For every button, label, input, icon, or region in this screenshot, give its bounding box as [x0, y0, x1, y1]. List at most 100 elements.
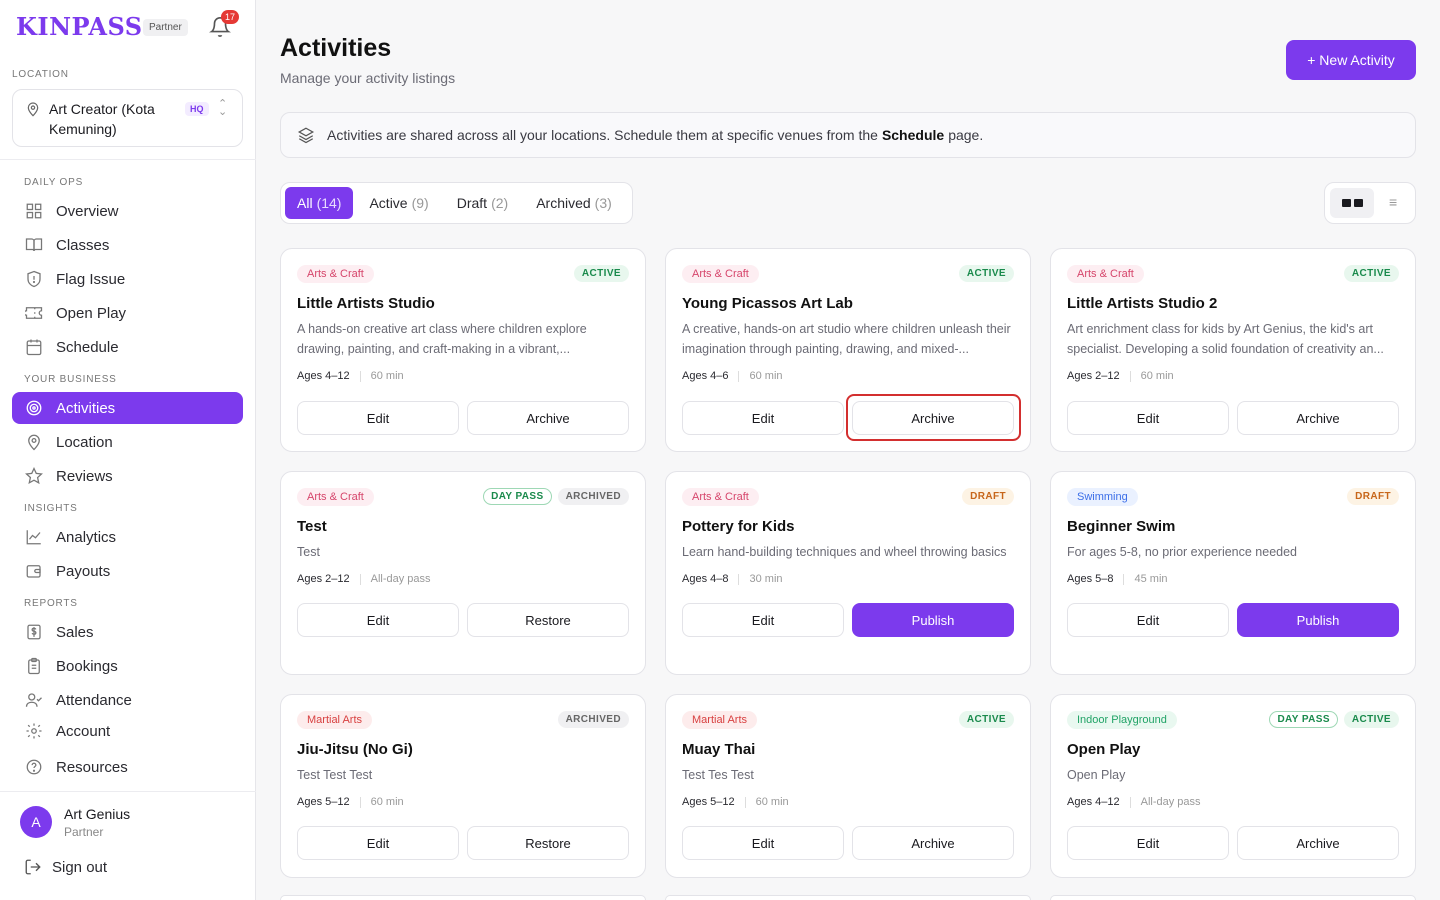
- sidebar-item-overview[interactable]: Overview: [12, 195, 243, 227]
- brand-logo[interactable]: KINPASS: [16, 12, 143, 41]
- activity-meta: Ages 2–12 All-day pass: [297, 573, 431, 585]
- status-badge: DAY PASS: [1269, 711, 1338, 728]
- badge-group: DAY PASS ARCHIVED: [483, 488, 629, 505]
- archive-button[interactable]: Archive: [467, 401, 629, 435]
- edit-button[interactable]: Edit: [682, 826, 844, 860]
- grid-view-button[interactable]: [1330, 188, 1374, 218]
- restore-button[interactable]: Restore: [467, 603, 629, 637]
- schedule-link[interactable]: Schedule: [882, 127, 944, 143]
- tab-archived[interactable]: Archived (3): [524, 187, 624, 219]
- edit-button[interactable]: Edit: [297, 826, 459, 860]
- sign-out-button[interactable]: Sign out: [24, 858, 107, 876]
- activity-card: Arts & Craft DAY PASS ARCHIVED Test Test …: [280, 471, 646, 675]
- location-selector[interactable]: Art Creator (Kota Kemuning) HQ ⌃ ⌄: [12, 89, 243, 147]
- archive-button[interactable]: Archive: [1237, 826, 1399, 860]
- status-badge: ACTIVE: [958, 711, 1014, 728]
- activity-card: Arts & Craft DRAFT Pottery for Kids Lear…: [665, 471, 1031, 675]
- archive-button[interactable]: Archive: [852, 826, 1014, 860]
- publish-button[interactable]: Publish: [852, 603, 1014, 637]
- sidebar-item-label: Sales: [56, 623, 94, 641]
- tab-draft[interactable]: Draft (2): [445, 187, 520, 219]
- activity-card: Martial Arts ACTIVE Muay Thai Test Tes T…: [665, 694, 1031, 878]
- divider: [1123, 573, 1125, 585]
- archive-button[interactable]: Archive: [852, 401, 1014, 435]
- sidebar-item-reviews[interactable]: Reviews: [12, 460, 243, 492]
- edit-button[interactable]: Edit: [1067, 603, 1229, 637]
- age-range: Ages 2–12: [297, 573, 350, 585]
- category-tag: Arts & Craft: [1067, 265, 1144, 283]
- activity-meta: Ages 2–12 60 min: [1067, 370, 1174, 382]
- info-banner: Activities are shared across all your lo…: [280, 112, 1416, 158]
- sidebar-item-bookings[interactable]: Bookings: [12, 650, 243, 682]
- publish-button[interactable]: Publish: [1237, 603, 1399, 637]
- sidebar-item-open-play[interactable]: Open Play: [12, 297, 243, 329]
- edit-button[interactable]: Edit: [297, 603, 459, 637]
- divider: [0, 791, 256, 792]
- sidebar-item-location[interactable]: Location: [12, 426, 243, 458]
- edit-button[interactable]: Edit: [1067, 826, 1229, 860]
- sign-out-label: Sign out: [52, 858, 108, 876]
- shield-alert-icon: [24, 269, 44, 289]
- edit-button[interactable]: Edit: [682, 401, 844, 435]
- list-view-button[interactable]: ≡: [1389, 194, 1397, 210]
- age-range: Ages 4–12: [1067, 796, 1120, 808]
- tab-label: Archived: [536, 195, 591, 211]
- activity-description: Test: [297, 545, 320, 559]
- sidebar-item-schedule[interactable]: Schedule: [12, 331, 243, 363]
- insights-label: INSIGHTS: [24, 503, 78, 514]
- divider: [0, 159, 256, 160]
- sidebar-item-label: Location: [56, 433, 113, 451]
- notifications-button[interactable]: 17: [209, 10, 240, 40]
- duration: 60 min: [370, 796, 404, 808]
- category-tag: Martial Arts: [297, 711, 373, 729]
- wallet-icon: [24, 561, 44, 581]
- sidebar-item-label: Overview: [56, 202, 119, 220]
- status-badge: DAY PASS: [483, 488, 552, 505]
- sidebar-item-label: Classes: [56, 236, 110, 254]
- category-tag: Arts & Craft: [297, 265, 374, 283]
- status-badge: DRAFT: [962, 488, 1014, 505]
- activity-card: Arts & Craft ACTIVE Little Artists Studi…: [280, 248, 646, 452]
- tab-all[interactable]: All (14): [285, 187, 354, 219]
- new-activity-button[interactable]: + New Activity: [1286, 40, 1416, 80]
- divider: [738, 573, 740, 585]
- activity-description: Test Test Test: [297, 768, 373, 782]
- restore-button[interactable]: Restore: [467, 826, 629, 860]
- tab-count: (3): [594, 195, 612, 211]
- book-icon: [24, 235, 44, 255]
- category-tag: Indoor Playground: [1067, 711, 1177, 729]
- divider: [1129, 796, 1131, 808]
- sidebar-item-attendance[interactable]: Attendance: [12, 684, 243, 716]
- sidebar-item-sales[interactable]: Sales: [12, 616, 243, 648]
- avatar[interactable]: A: [20, 806, 52, 838]
- activity-title: Little Artists Studio 2: [1067, 295, 1218, 312]
- activity-title: Muay Thai: [682, 741, 756, 758]
- sidebar-item-flag-issue[interactable]: Flag Issue: [12, 263, 243, 295]
- tab-active[interactable]: Active (9): [357, 187, 440, 219]
- sidebar-item-analytics[interactable]: Analytics: [12, 521, 243, 553]
- line-chart-icon: [24, 527, 44, 547]
- activity-title: Jiu-Jitsu (No Gi): [297, 741, 413, 758]
- activity-card: Martial Arts ARCHIVED Jiu-Jitsu (No Gi) …: [280, 694, 646, 878]
- age-range: Ages 5–8: [1067, 573, 1114, 585]
- activity-description: A creative, hands-on art studio where ch…: [682, 322, 1011, 356]
- edit-button[interactable]: Edit: [682, 603, 844, 637]
- sidebar-item-account[interactable]: Account: [12, 715, 243, 747]
- activity-card-partial: [280, 895, 646, 900]
- archive-button[interactable]: Archive: [1237, 401, 1399, 435]
- edit-button[interactable]: Edit: [297, 401, 459, 435]
- reports-label: REPORTS: [24, 598, 78, 609]
- status-badge: ARCHIVED: [557, 488, 629, 505]
- sidebar-item-resources[interactable]: Resources: [12, 751, 243, 783]
- activity-description: Open Play: [1067, 768, 1126, 782]
- activity-title: Young Picassos Art Lab: [682, 295, 853, 312]
- divider: [1129, 370, 1131, 382]
- sidebar-item-classes[interactable]: Classes: [12, 229, 243, 261]
- tab-label: All: [297, 195, 313, 211]
- sidebar-item-label: Flag Issue: [56, 270, 126, 288]
- edit-button[interactable]: Edit: [1067, 401, 1229, 435]
- category-tag: Arts & Craft: [297, 488, 374, 506]
- sidebar-item-activities[interactable]: Activities: [12, 392, 243, 424]
- sidebar-item-payouts[interactable]: Payouts: [12, 555, 243, 587]
- dollar-icon: [24, 622, 44, 642]
